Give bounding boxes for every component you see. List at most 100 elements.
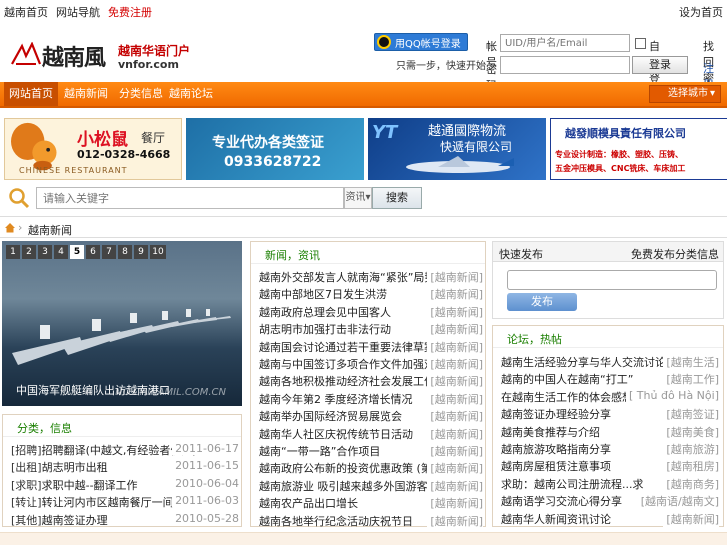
news-category-tag[interactable]: [越南新闻] <box>427 356 483 372</box>
list-item-title[interactable]: 越南旅游业 吸引越来越多外国游客 <box>259 480 428 493</box>
slide-number[interactable]: 8 <box>118 245 132 259</box>
nav-forum[interactable]: 越南论坛 <box>164 82 218 106</box>
search-input[interactable] <box>36 187 344 209</box>
list-item[interactable]: 越南各地举行纪念活动庆祝节日 [越南新闻] <box>259 512 483 530</box>
list-item[interactable]: 越南签证办理经验分享 [越南签证] <box>501 406 719 423</box>
slide-number[interactable]: 10 <box>150 245 166 259</box>
forum-category-tag[interactable]: [越南美食] <box>663 423 719 440</box>
forum-category-tag[interactable]: [越南商务] <box>663 475 719 492</box>
list-item-title[interactable]: 越南华人新闻资讯讨论 <box>501 513 611 526</box>
list-item[interactable]: 越南旅游攻略指南分享 [越南旅游] <box>501 441 719 458</box>
forum-category-tag[interactable]: [ Thủ đô Hà Nội] <box>626 388 719 402</box>
news-category-tag[interactable]: [越南新闻] <box>427 338 483 355</box>
list-item[interactable]: [出租]胡志明市出租 2011-06-15 <box>11 459 239 476</box>
news-category-tag[interactable]: [越南新闻] <box>427 269 483 285</box>
list-item-title[interactable]: 求职中越--翻译工作 <box>42 479 138 492</box>
password-input[interactable] <box>500 56 630 74</box>
news-slideshow[interactable]: 1 2 3 4 5 6 7 8 9 10 NC.CHINAMIL.COM.CN … <box>2 241 242 406</box>
list-item[interactable]: 越南政府总理会见中国客人 [越南新闻] <box>259 303 483 321</box>
slide-number[interactable]: 4 <box>54 245 68 259</box>
news-category-tag[interactable]: [越南新闻] <box>427 321 483 338</box>
list-item-title[interactable]: 转让河内市区越南餐厅一间 <box>42 496 174 509</box>
search-scope-select[interactable]: 资讯▾ <box>344 187 372 209</box>
list-item-title[interactable]: 越南旅游攻略指南分享 <box>501 443 611 456</box>
list-item-title[interactable]: 越南“一带一路”合作项目 <box>259 445 380 458</box>
list-item-title[interactable]: 在越南生活工作的体会感想 <box>501 391 633 404</box>
list-item-title[interactable]: 胡志明市加强打击非法行动 <box>259 323 391 336</box>
list-item[interactable]: 在越南生活工作的体会感想[ Thủ đô Hà Nội] <box>501 388 719 406</box>
news-category-tag[interactable]: [越南新闻] <box>427 286 483 303</box>
list-item[interactable]: 越南举办国际经济贸易展览会 [越南新闻] <box>259 408 483 425</box>
home-icon[interactable] <box>4 222 16 233</box>
list-item-title[interactable]: 越南的中国人在越南“打工” <box>501 373 633 386</box>
list-item[interactable]: 越南“一带一路”合作项目 [越南新闻] <box>259 443 483 460</box>
news-category-tag[interactable]: [越南新闻] <box>427 425 483 442</box>
list-item[interactable]: 越南与中国签订多项合作文件加强双边关系 [越南新闻] <box>259 356 483 373</box>
slide-number[interactable]: 9 <box>134 245 148 259</box>
list-item[interactable]: 越南华人社区庆祝传统节日活动 [越南新闻] <box>259 425 483 443</box>
login-button[interactable]: 登录 <box>632 56 688 74</box>
list-item[interactable]: 越南语学习交流心得分享 [越南语/越南文] <box>501 493 719 510</box>
list-item[interactable]: 越南美食推荐与介绍 [越南美食] <box>501 423 719 441</box>
list-item-title[interactable]: 越南美食推荐与介绍 <box>501 426 600 439</box>
nav-news[interactable]: 越南新闻 <box>59 82 113 106</box>
list-item[interactable]: 越南的中国人在越南“打工” [越南工作] <box>501 371 719 388</box>
forum-category-tag[interactable]: [越南租房] <box>663 458 719 475</box>
slide-number[interactable]: 7 <box>102 245 116 259</box>
nav-classifieds[interactable]: 分类信息 <box>114 82 168 106</box>
news-category-tag[interactable]: [越南新闻] <box>427 477 483 494</box>
forum-category-tag[interactable]: [越南生活] <box>663 354 719 370</box>
ad-banner-mold[interactable]: 越發順模具責任有限公司 专业设计制造：橡胶、塑胶、压铸、 五金冲压模具、CNC铣… <box>550 118 727 180</box>
list-item[interactable]: 越南农产品出口增长 [越南新闻] <box>259 495 483 512</box>
list-item[interactable]: 胡志明市加强打击非法行动 [越南新闻] <box>259 321 483 338</box>
list-item-title[interactable]: 求助：越南公司注册流程...求 <box>501 478 644 491</box>
slide-number[interactable]: 6 <box>86 245 100 259</box>
city-select[interactable]: 选择城市 ▾ <box>649 85 721 103</box>
list-item[interactable]: 越南今年第2 季度经济增长情况 [越南新闻] <box>259 390 483 408</box>
list-item[interactable]: [其他]越南签证办理 2010-05-28 <box>11 511 239 529</box>
list-item[interactable]: 越南生活经验分享与华人交流讨论 [越南生活] <box>501 354 719 371</box>
news-category-tag[interactable]: [越南新闻] <box>427 460 483 477</box>
auto-login-checkbox[interactable] <box>635 38 646 49</box>
list-item[interactable]: 越南政府公布新的投资优惠政策 (第二部分) [越南新闻] <box>259 460 483 477</box>
list-item-title[interactable]: 越南华人社区庆祝传统节日活动 <box>259 428 413 441</box>
list-item-title[interactable]: 越南生活经验分享与华人交流讨论 <box>501 356 666 369</box>
list-item[interactable]: 求助：越南公司注册流程...求 [越南商务] <box>501 475 719 493</box>
list-item-title[interactable]: 越南中部地区7日发生洪涝 <box>259 288 387 301</box>
nav-home[interactable]: 网站首页 <box>4 82 58 106</box>
set-homepage-link[interactable]: 设为首页 <box>679 4 723 20</box>
list-item-title[interactable]: 越南今年第2 季度经济增长情况 <box>259 393 413 406</box>
list-item-title[interactable]: 越南房屋租赁注意事项 <box>501 460 611 473</box>
quick-post-button[interactable]: 发布 <box>507 293 577 311</box>
news-category-tag[interactable]: [越南新闻] <box>427 443 483 459</box>
list-item[interactable]: 越南外交部发言人就南海“紧张”局势表态 [越南新闻] <box>259 269 483 286</box>
list-item[interactable]: 越南旅游业 吸引越来越多外国游客 [越南新闻] <box>259 477 483 495</box>
list-item[interactable]: [招聘]招聘翻译(中越文,有经验者优先) 2011-06-17 <box>11 442 239 459</box>
list-item-title[interactable]: 越南政府总理会见中国客人 <box>259 306 391 319</box>
ad-banner-restaurant[interactable]: 小松鼠 餐厅 012-0328-4668 CHINESE RESTAURANT <box>4 118 182 180</box>
username-input[interactable] <box>500 34 630 52</box>
slide-number[interactable]: 3 <box>38 245 52 259</box>
list-item-title[interactable]: 越南语学习交流心得分享 <box>501 495 622 508</box>
news-category-tag[interactable]: [越南新闻] <box>427 495 483 512</box>
ad-banner-logistics[interactable]: YT 越通國際物流 快遞有限公司 <box>368 118 546 180</box>
list-item-title[interactable]: 越南各地举行纪念活动庆祝节日 <box>259 515 413 528</box>
list-item[interactable]: 越南房屋租赁注意事项 [越南租房] <box>501 458 719 475</box>
news-category-tag[interactable]: [越南新闻] <box>427 390 483 407</box>
slide-caption[interactable]: 中国海军舰艇编队出访越南港口 <box>16 382 170 398</box>
list-item-title[interactable]: 胡志明市出租 <box>42 461 108 474</box>
slide-number-active[interactable]: 5 <box>70 245 84 259</box>
list-item-title[interactable]: 越南签证办理 <box>42 514 108 527</box>
news-category-tag[interactable]: [越南新闻] <box>427 408 483 425</box>
list-item-title[interactable]: 越南签证办理经验分享 <box>501 408 611 421</box>
ad-banner-visa[interactable]: 专业代办各类签证 0933628722 <box>186 118 364 180</box>
forum-category-tag[interactable]: [越南旅游] <box>663 441 719 457</box>
search-button[interactable]: 搜索 <box>372 187 422 209</box>
list-item[interactable]: 越南中部地区7日发生洪涝 [越南新闻] <box>259 286 483 303</box>
forum-category-tag[interactable]: [越南语/越南文] <box>637 493 719 510</box>
free-post-link[interactable]: 免费发布分类信息 <box>631 246 719 262</box>
qq-login-button[interactable]: 用QQ帐号登录 <box>374 33 468 51</box>
site-logo[interactable]: 越南風 越南华语门户 vnfor.com <box>10 38 190 74</box>
list-item[interactable]: 越南国会讨论通过若干重要法律草案修订 [越南新闻] <box>259 338 483 356</box>
list-item-title[interactable]: 越南农产品出口增长 <box>259 497 358 510</box>
